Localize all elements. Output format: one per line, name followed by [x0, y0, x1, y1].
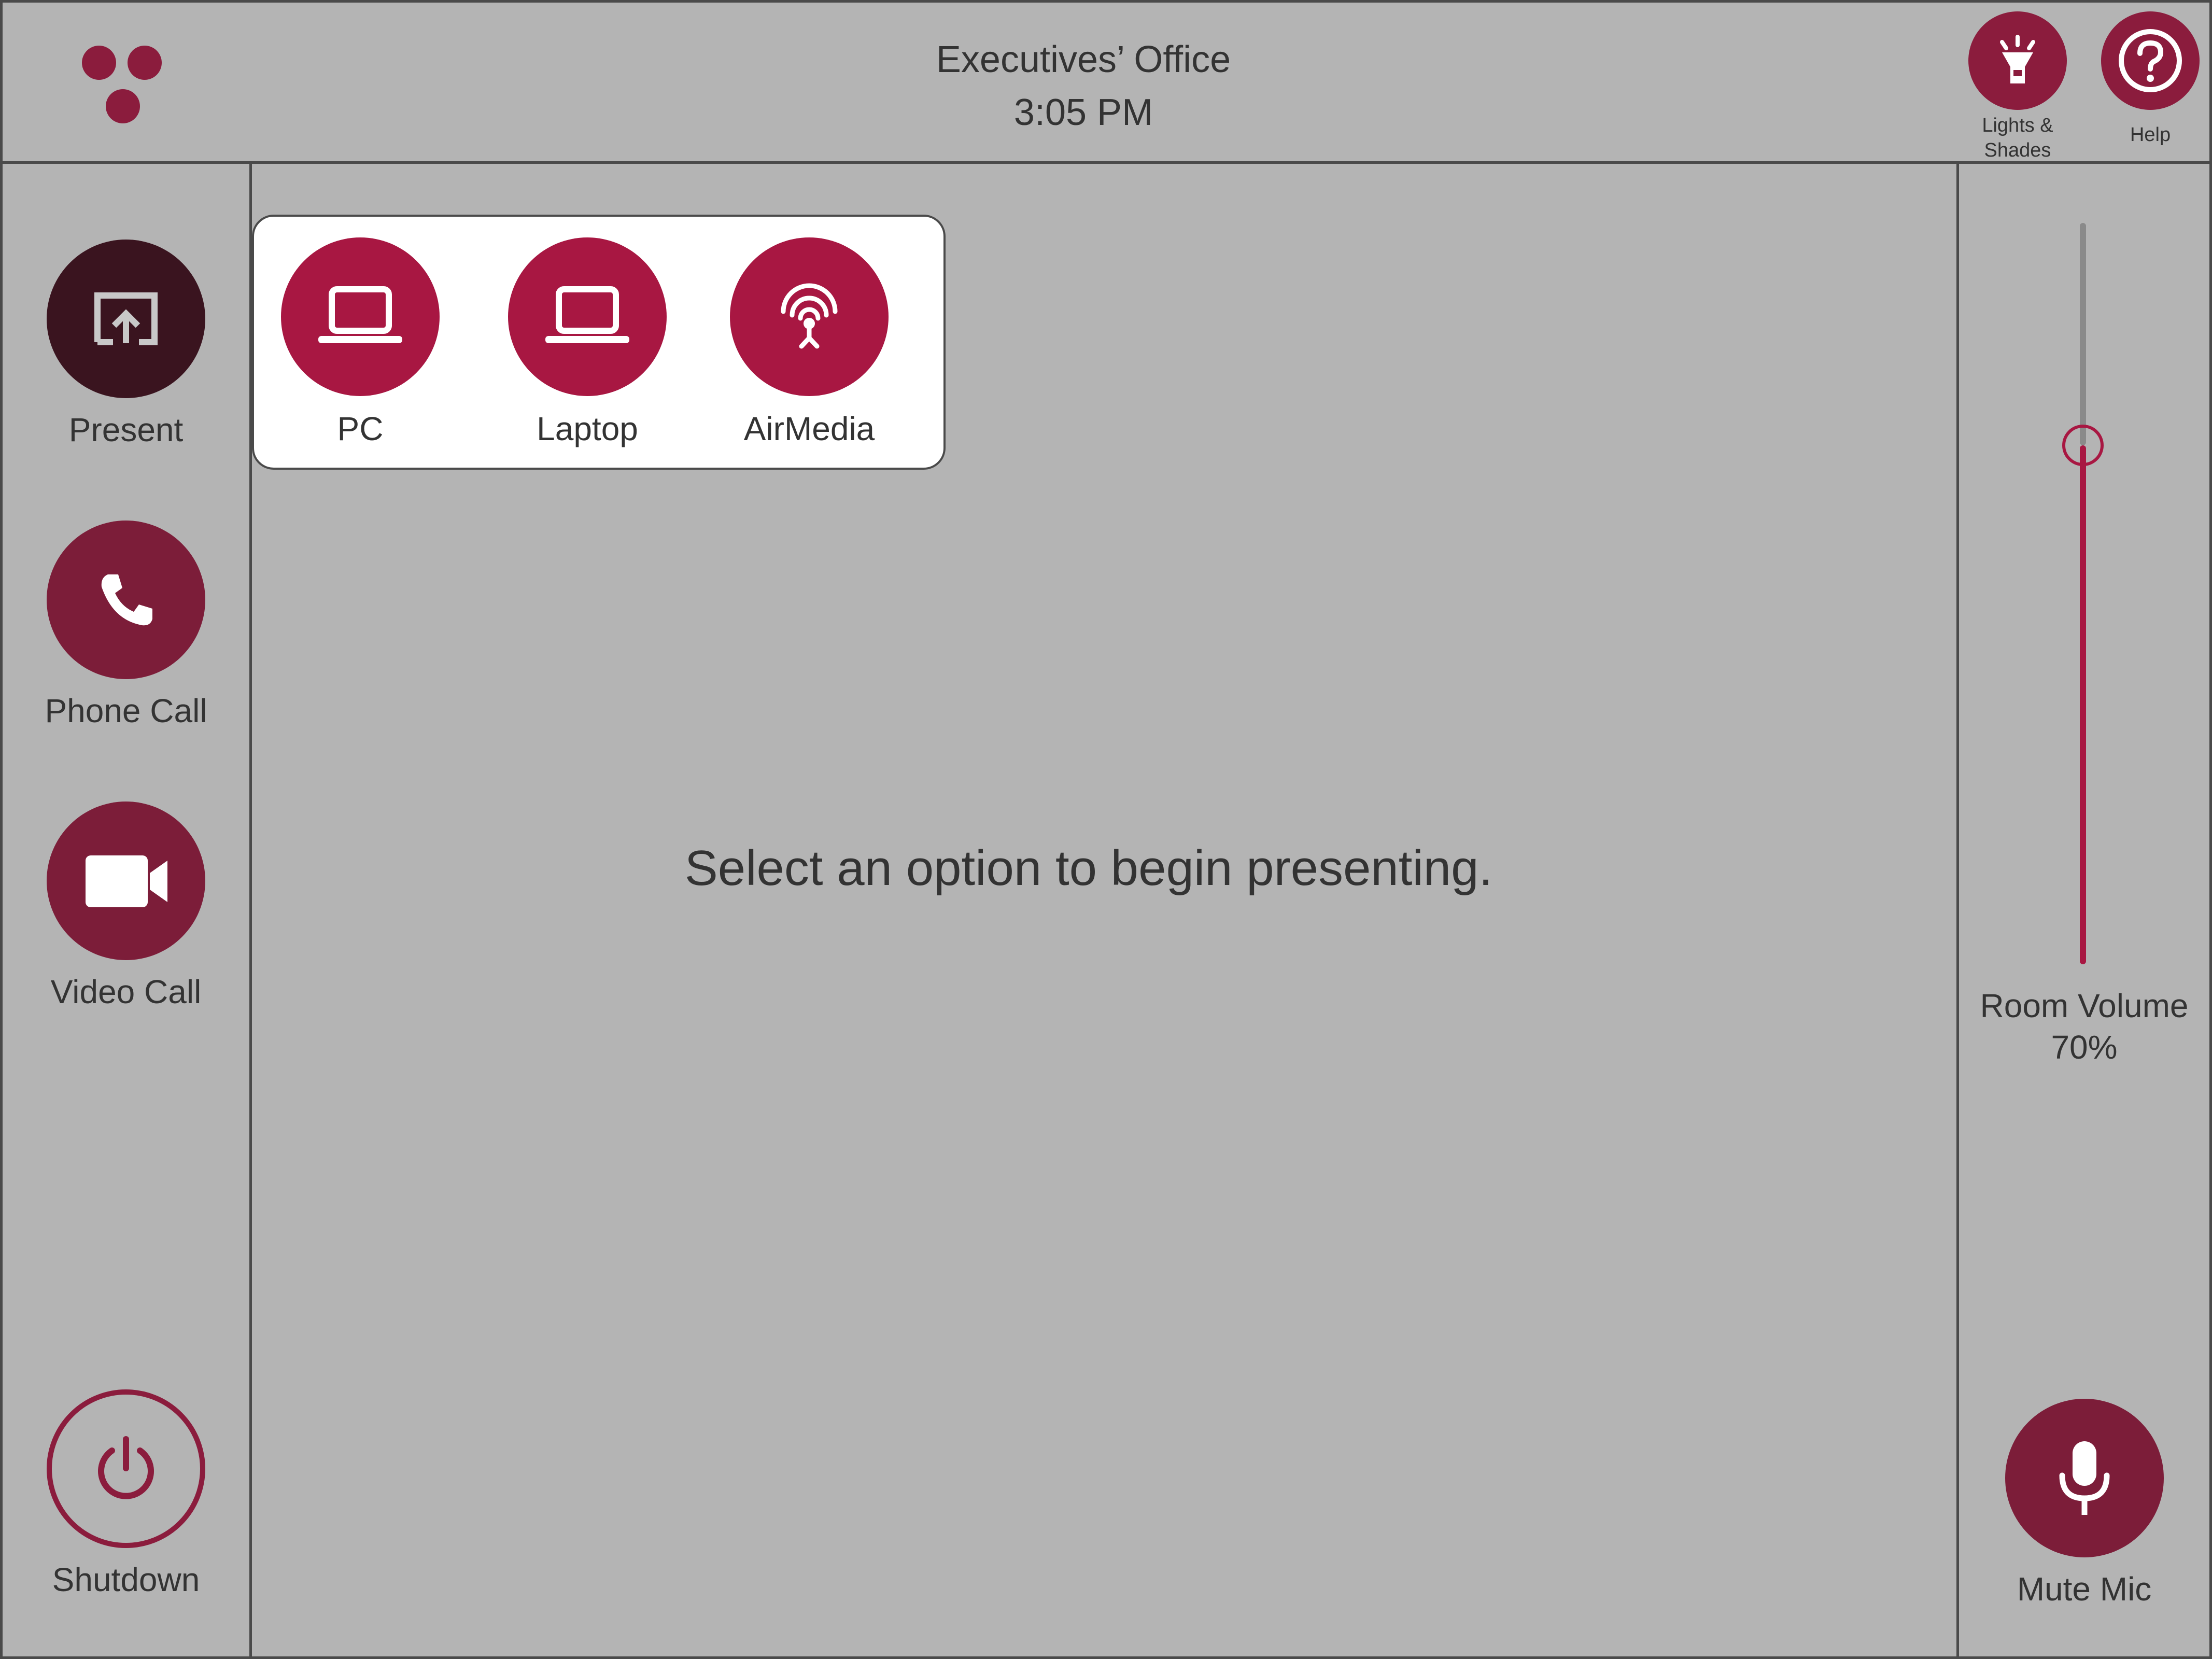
laptop-icon — [281, 237, 440, 396]
mute-mic-label: Mute Mic — [2017, 1570, 2152, 1608]
video-call-label: Video Call — [50, 973, 202, 1010]
video-camera-icon — [47, 802, 205, 960]
volume-slider-thumb[interactable] — [2062, 425, 2104, 466]
clock-time: 3:05 PM — [1013, 92, 1153, 133]
logo — [78, 41, 171, 130]
present-icon — [47, 240, 205, 398]
lights-shades-button[interactable]: Lights & Shades — [1961, 11, 2075, 163]
shutdown-button[interactable]: Shutdown — [0, 1389, 252, 1599]
source-pc-button[interactable]: PC — [275, 237, 446, 448]
lights-icon — [1968, 11, 2067, 110]
laptop-icon — [508, 237, 667, 396]
volume-track-empty[interactable] — [2080, 223, 2086, 445]
source-airmedia-label: AirMedia — [743, 410, 875, 447]
room-name: Executives’ Office — [936, 39, 1231, 80]
help-icon — [2101, 11, 2200, 110]
source-pc-label: PC — [337, 410, 384, 447]
power-icon — [47, 1389, 205, 1548]
shutdown-label: Shutdown — [52, 1561, 200, 1598]
help-button[interactable]: Help — [2093, 11, 2207, 147]
left-sidebar: Present Phone Call Video Call Shutdown — [0, 164, 252, 1659]
video-call-button[interactable]: Video Call — [0, 802, 252, 1011]
help-label: Help — [2130, 124, 2171, 146]
source-airmedia-button[interactable]: AirMedia — [724, 237, 895, 448]
phone-call-label: Phone Call — [45, 692, 207, 729]
mute-mic-button[interactable]: Mute Mic — [1956, 1399, 2212, 1608]
source-laptop-label: Laptop — [537, 410, 638, 447]
instruction-text: Select an option to begin presenting. — [684, 840, 1493, 896]
room-volume-readout: Room Volume 70% — [1956, 985, 2212, 1068]
top-bar: Executives’ Office 3:05 PM Lights & Shad… — [0, 0, 2212, 164]
present-label: Present — [68, 411, 184, 448]
lights-shades-label: Lights & Shades — [1982, 115, 2053, 161]
airmedia-icon — [730, 237, 889, 396]
microphone-icon — [2005, 1399, 2164, 1557]
room-volume-value: 70% — [2051, 1029, 2118, 1066]
phone-icon — [47, 521, 205, 679]
present-button[interactable]: Present — [0, 240, 252, 449]
volume-track-filled[interactable] — [2080, 445, 2086, 964]
room-volume-label: Room Volume — [1980, 987, 2189, 1024]
source-laptop-button[interactable]: Laptop — [502, 237, 673, 448]
source-panel: PC Laptop AirMedia — [252, 215, 946, 470]
phone-call-button[interactable]: Phone Call — [0, 521, 252, 730]
